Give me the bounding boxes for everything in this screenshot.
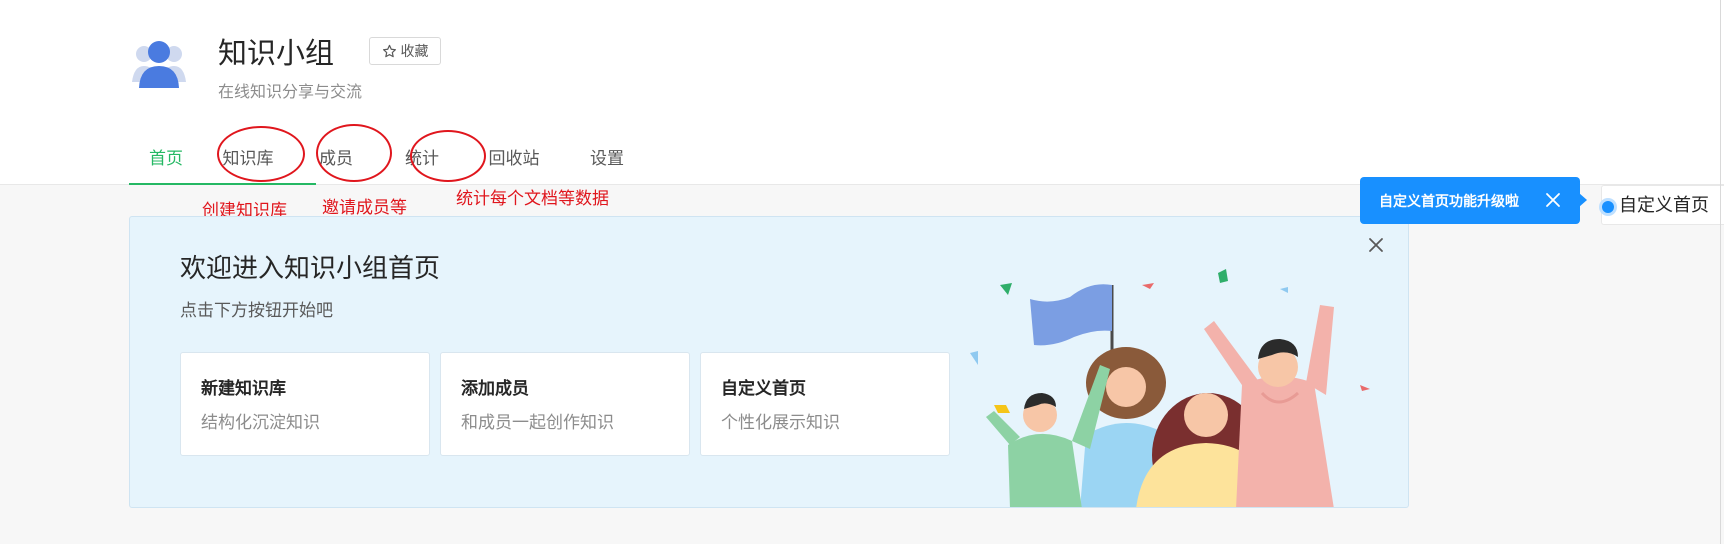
action-desc: 个性化展示知识: [721, 413, 840, 433]
favorite-button[interactable]: 收藏: [369, 37, 441, 65]
tooltip-text: 自定义首页功能升级啦: [1379, 193, 1519, 210]
tab-knowledge-base[interactable]: 知识库: [203, 136, 293, 185]
tab-stats[interactable]: 统计: [379, 136, 465, 185]
custom-home-button[interactable]: 自定义首页: [1601, 185, 1724, 225]
celebration-illustration: [970, 269, 1370, 507]
active-tab-indicator: [129, 183, 316, 185]
indicator-dot-icon: [1602, 201, 1614, 213]
add-members-card[interactable]: 添加成员 和成员一起创作知识: [440, 352, 690, 456]
welcome-card: 欢迎进入知识小组首页 点击下方按钮开始吧 新建知识库 结构化沉淀知识 添加成员 …: [129, 216, 1409, 508]
welcome-title: 欢迎进入知识小组首页: [180, 254, 441, 284]
favorite-label: 收藏: [400, 44, 429, 60]
tab-bar: 首页 知识库 成员 统计 回收站 设置: [129, 136, 651, 185]
tooltip-arrow: [1579, 193, 1587, 207]
star-icon: [382, 44, 396, 57]
close-icon[interactable]: [1366, 235, 1386, 255]
tab-settings[interactable]: 设置: [563, 136, 651, 185]
window-edge: [1720, 0, 1721, 544]
new-knowledge-base-card[interactable]: 新建知识库 结构化沉淀知识: [180, 352, 430, 456]
page-title: 知识小组: [218, 36, 335, 70]
action-title: 添加成员: [461, 379, 529, 399]
group-avatar-icon: [132, 41, 186, 88]
action-desc: 结构化沉淀知识: [201, 413, 320, 433]
tab-recycle-bin[interactable]: 回收站: [465, 136, 563, 185]
tab-home[interactable]: 首页: [129, 136, 203, 185]
group-header: 知识小组 收藏 在线知识分享与交流 首页 知识库 成员 统计 回收站 设置: [0, 0, 1724, 185]
custom-home-card[interactable]: 自定义首页 个性化展示知识: [700, 352, 950, 456]
page-subtitle: 在线知识分享与交流: [218, 82, 363, 101]
action-title: 新建知识库: [201, 379, 286, 399]
welcome-subtitle: 点击下方按钮开始吧: [180, 301, 333, 321]
annotation-stats: 统计每个文档等数据: [456, 189, 609, 209]
action-desc: 和成员一起创作知识: [461, 413, 614, 433]
custom-home-label: 自定义首页: [1619, 195, 1709, 216]
action-title: 自定义首页: [721, 379, 806, 399]
tab-members[interactable]: 成员: [293, 136, 379, 185]
tooltip-close-icon[interactable]: [1545, 192, 1561, 208]
feature-tooltip: 自定义首页功能升级啦: [1360, 177, 1587, 224]
